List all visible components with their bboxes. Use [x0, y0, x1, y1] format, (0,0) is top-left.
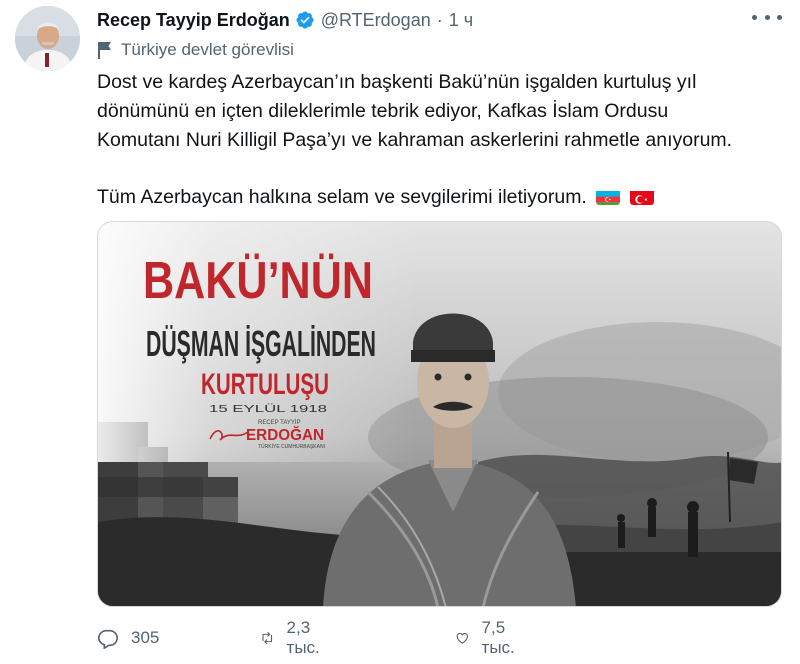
separator-dot: · — [436, 9, 443, 30]
poster-title-line-3: KURTULUŞU — [201, 368, 329, 401]
like-count: 7,5 тыс. — [481, 618, 515, 657]
tweet-text: Dost ve kardeş Azerbaycan’ın başkenti Ba… — [97, 68, 787, 212]
tweet-text-paragraph-2: Tüm Azerbaycan halkına selam ve sevgiler… — [97, 183, 787, 212]
like-button[interactable]: 7,5 тыс. — [455, 618, 522, 658]
government-label: Türkiye devlet görevlisi — [97, 38, 294, 62]
signature-small: RECEP TAYYİP — [258, 419, 301, 426]
reply-button[interactable]: 305 — [97, 627, 159, 649]
tweet-text-line-2: dönümünü en içten dileklerimle tebrik ed… — [97, 100, 669, 122]
author-handle[interactable]: @RTErdogan — [321, 10, 431, 31]
poster-title-line-1: BAKÜ’NÜN — [143, 252, 373, 310]
verified-badge-icon — [296, 11, 314, 29]
azerbaijan-flag-icon — [596, 188, 621, 205]
turkey-flag-icon — [629, 188, 654, 205]
poster-date: 15 EYLÜL 1918 — [209, 403, 328, 415]
reply-icon — [98, 629, 118, 649]
retweet-button[interactable]: 2,3 тыс. — [260, 618, 327, 658]
tweet-text-line-4: Tüm Azerbaycan halkına selam ve sevgiler… — [97, 186, 587, 208]
retweet-icon — [262, 631, 273, 645]
author-name[interactable]: Recep Tayyip Erdoğan — [97, 10, 290, 31]
tweet-header: Recep Tayyip Erdoğan @RTErdogan · 1 ч — [97, 8, 780, 32]
tweet-media-image[interactable]: BAKÜ’NÜN DÜŞMAN İŞGALİNDEN KURTULUŞU 15 … — [97, 221, 782, 607]
tweet-text-line-1: Dost ve kardeş Azerbaycan’ın başkenti Ba… — [97, 71, 697, 93]
poster-title-line-2: DÜŞMAN İŞGALİNDEN — [146, 323, 376, 364]
government-label-text: Türkiye devlet görevlisi — [121, 40, 294, 59]
reply-count: 305 — [131, 628, 160, 647]
heart-icon — [456, 632, 468, 644]
tweet-timestamp[interactable]: 1 ч — [449, 10, 473, 31]
tweet-text-line-3: Komutanı Nuri Killigil Paşa’yı ve kahram… — [97, 129, 733, 151]
signature-name: ERDOĞAN — [246, 425, 324, 444]
retweet-count: 2,3 тыс. — [286, 618, 320, 657]
avatar[interactable] — [15, 6, 80, 71]
flag-icon — [98, 42, 111, 59]
signature-role: TÜRKİYE CUMHURBAŞKANI — [258, 443, 325, 450]
more-options-icon[interactable] — [752, 8, 782, 26]
